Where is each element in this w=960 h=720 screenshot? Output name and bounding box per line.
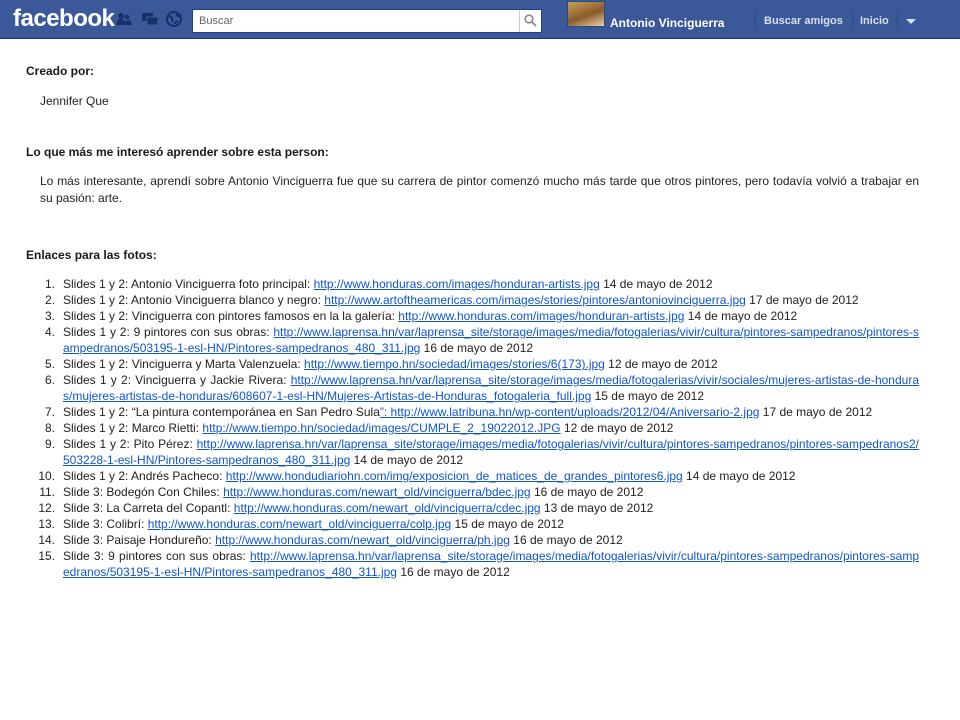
links-heading: Enlaces para las fotos: bbox=[26, 248, 157, 262]
list-number: 9. bbox=[44, 437, 55, 451]
created-by-heading: Creado por: bbox=[26, 64, 95, 78]
access-date: 12 de mayo de 2012 bbox=[560, 421, 674, 435]
access-date: 16 de mayo de 2012 bbox=[530, 485, 644, 499]
search-icon bbox=[524, 14, 537, 27]
list-item: 8. Slides 1 y 2: Marco Rietti: http://www… bbox=[26, 420, 919, 436]
list-item: 11. Slide 3: Bodegón Con Chiles: http://w… bbox=[26, 484, 919, 500]
link-description: Slide 3: 9 pintores con sus obras: bbox=[63, 549, 250, 563]
globe-icon[interactable] bbox=[165, 11, 183, 27]
list-item: 13. Slide 3: Colibrí: http://www.honduras… bbox=[26, 516, 919, 532]
search-input[interactable] bbox=[199, 11, 509, 31]
list-item: 6. Slides 1 y 2: Vinciguerra y Jackie Riv… bbox=[26, 372, 919, 404]
photo-link[interactable]: http://www.artoftheamericas.com/images/s… bbox=[324, 293, 746, 307]
photo-link[interactable]: http://www.honduras.com/newart_old/vinci… bbox=[148, 517, 452, 531]
link-description: Slides 1 y 2: “La pintura contemporánea … bbox=[63, 405, 380, 419]
photo-link[interactable]: http://www.hondudiariohn.com/img/exposic… bbox=[226, 469, 683, 483]
access-date: 17 de mayo de 2012 bbox=[745, 293, 859, 307]
access-date: 17 de mayo de 2012 bbox=[759, 405, 873, 419]
link-description: Slides 1 y 2: Antonio Vinciguerra blanco… bbox=[63, 293, 325, 307]
list-item: 10. Slides 1 y 2: Andrés Pacheco: http://… bbox=[26, 468, 919, 484]
access-date: 15 de mayo de 2012 bbox=[451, 517, 564, 531]
friends-icon[interactable] bbox=[115, 11, 133, 27]
access-date: 16 de mayo de 2012 bbox=[396, 565, 510, 579]
list-number: 12. bbox=[38, 501, 55, 515]
list-item: 4. Slides 1 y 2: 9 pintores con sus obras… bbox=[26, 324, 919, 356]
list-item: 2. Slides 1 y 2: Antonio Vinciguerra blan… bbox=[26, 292, 919, 308]
link-description: Slides 1 y 2: Pito Pérez: bbox=[63, 437, 197, 451]
link-description: Slides 1 y 2: Marco Rietti: bbox=[63, 421, 203, 435]
list-item: 7. Slides 1 y 2: “La pintura contemporáne… bbox=[26, 404, 919, 420]
link-description: Slide 3: Bodegón Con Chiles: bbox=[63, 485, 224, 499]
top-bar: facebook Antonio Vinciguerra Buscar amig… bbox=[0, 0, 960, 39]
list-number: 8. bbox=[44, 421, 55, 435]
author-name: Jennifer Que bbox=[40, 94, 109, 108]
list-item: 9. Slides 1 y 2: Pito Pérez: http://www.l… bbox=[26, 436, 919, 468]
link-description: Slides 1 y 2: Andrés Pacheco: bbox=[63, 469, 226, 483]
access-date: 14 de mayo de 2012 bbox=[599, 277, 713, 291]
list-number: 2. bbox=[44, 293, 55, 307]
photo-link[interactable]: http://www.honduras.com/newart_old/vinci… bbox=[215, 533, 510, 547]
access-date: 14 de mayo de 2012 bbox=[350, 453, 464, 467]
facebook-logo[interactable]: facebook bbox=[13, 5, 115, 33]
avatar[interactable] bbox=[567, 1, 605, 27]
list-number: 1. bbox=[44, 277, 55, 291]
divider bbox=[897, 12, 898, 30]
list-number: 13. bbox=[38, 517, 55, 531]
list-number: 4. bbox=[44, 325, 55, 339]
access-date: 13 de mayo de 2012 bbox=[540, 501, 654, 515]
access-date: 15 de mayo de 2012 bbox=[591, 389, 705, 403]
list-number: 3. bbox=[44, 309, 55, 323]
photo-link[interactable]: http://www.honduras.com/images/honduran-… bbox=[398, 309, 684, 323]
list-item: 1. Slides 1 y 2: Antonio Vinciguerra foto… bbox=[26, 276, 919, 292]
interest-heading: Lo que más me interesó aprender sobre es… bbox=[26, 145, 329, 159]
profile-name[interactable]: Antonio Vinciguerra bbox=[610, 16, 724, 30]
photo-link[interactable]: http://www.honduras.com/newart_old/vinci… bbox=[234, 501, 541, 515]
messages-icon[interactable] bbox=[141, 11, 159, 27]
access-date: 16 de mayo de 2012 bbox=[509, 533, 623, 547]
divider bbox=[755, 12, 756, 30]
photo-link[interactable]: http://www.honduras.com/newart_old/vinci… bbox=[223, 485, 531, 499]
link-description: Slide 3: Colibrí: bbox=[63, 517, 148, 531]
access-date: 14 de mayo de 2012 bbox=[682, 469, 796, 483]
access-date: 16 de mayo de 2012 bbox=[420, 341, 534, 355]
search-button[interactable] bbox=[519, 10, 541, 32]
access-date: 14 de mayo de 2012 bbox=[684, 309, 798, 323]
list-number: 11. bbox=[39, 485, 55, 499]
list-item: 5. Slides 1 y 2: Vinciguerra y Marta Vale… bbox=[26, 356, 919, 372]
photo-link[interactable]: ”: http://www.latribuna.hn/wp-content/up… bbox=[380, 405, 760, 419]
list-number: 6. bbox=[44, 373, 55, 387]
link-description: Slide 3: La Carreta del Copantl: bbox=[63, 501, 234, 515]
list-item: 14. Slide 3: Paisaje Hondureño: http://ww… bbox=[26, 532, 919, 548]
access-date: 12 de mayo de 2012 bbox=[604, 357, 718, 371]
list-item: 3. Slides 1 y 2: Vinciguerra con pintores… bbox=[26, 308, 919, 324]
list-number: 7. bbox=[44, 405, 55, 419]
list-item: 15. Slide 3: 9 pintores con sus obras: ht… bbox=[26, 548, 919, 580]
chevron-down-icon[interactable] bbox=[906, 19, 916, 24]
list-item: 12. Slide 3: La Carreta del Copantl: http… bbox=[26, 500, 919, 516]
link-description: Slides 1 y 2: Antonio Vinciguerra foto p… bbox=[63, 277, 314, 291]
photo-link[interactable]: http://www.tiempo.hn/sociedad/images/CUM… bbox=[202, 421, 560, 435]
home-link[interactable]: Inicio bbox=[860, 15, 889, 27]
interest-paragraph: Lo más interesante, aprendí sobre Antoni… bbox=[40, 174, 919, 205]
list-number: 10. bbox=[38, 469, 55, 483]
search-box bbox=[192, 9, 542, 33]
divider bbox=[852, 12, 853, 30]
link-description: Slide 3: Paisaje Hondureño: bbox=[63, 533, 216, 547]
link-description: Slides 1 y 2: 9 pintores con sus obras: bbox=[63, 325, 274, 339]
photo-links-list: 1. Slides 1 y 2: Antonio Vinciguerra foto… bbox=[26, 276, 919, 580]
photo-link[interactable]: http://www.honduras.com/images/honduran-… bbox=[314, 277, 600, 291]
link-description: Slides 1 y 2: Vinciguerra y Jackie River… bbox=[63, 373, 291, 387]
list-number: 5. bbox=[44, 357, 55, 371]
photo-link[interactable]: http://www.tiempo.hn/sociedad/images/sto… bbox=[304, 357, 605, 371]
find-friends-link[interactable]: Buscar amigos bbox=[764, 15, 843, 27]
link-description: Slides 1 y 2: Vinciguerra con pintores f… bbox=[63, 309, 399, 323]
link-description: Slides 1 y 2: Vinciguerra y Marta Valenz… bbox=[63, 357, 305, 371]
list-number: 14. bbox=[38, 533, 55, 547]
list-number: 15. bbox=[38, 549, 55, 563]
